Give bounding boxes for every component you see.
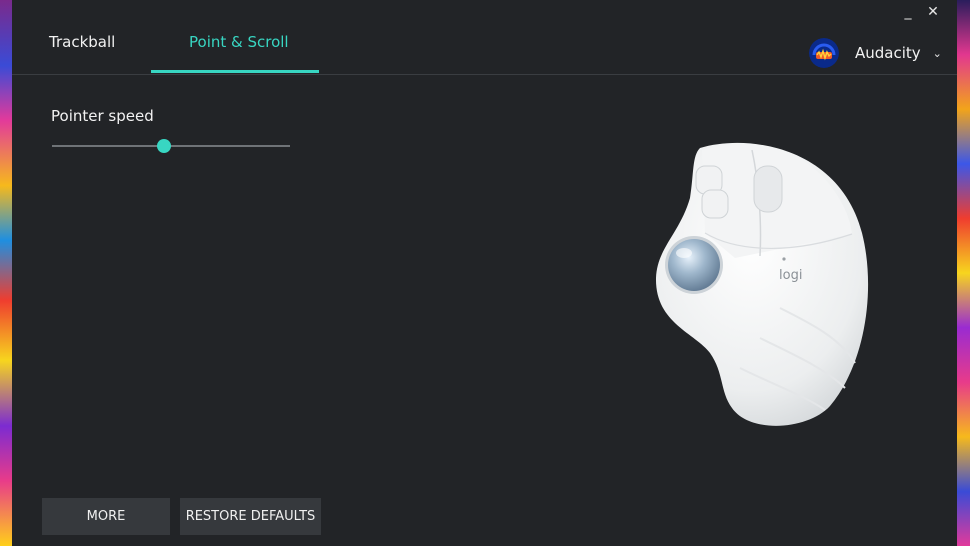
pointer-speed-slider[interactable] bbox=[52, 138, 290, 154]
tab-bar: Trackball Point & Scroll Audacity ⌄ bbox=[12, 0, 957, 75]
active-tab-indicator bbox=[151, 70, 319, 73]
audacity-icon bbox=[809, 38, 839, 68]
restore-defaults-button[interactable]: RESTORE DEFAULTS bbox=[180, 498, 321, 535]
more-button[interactable]: MORE bbox=[42, 498, 170, 535]
slider-thumb[interactable] bbox=[156, 139, 171, 153]
app-name: Audacity bbox=[855, 44, 921, 62]
logi-logo: logi bbox=[779, 268, 802, 283]
app-window: _ ✕ Trackball Point & Scroll Audacity ⌄ … bbox=[12, 0, 957, 546]
ergo-trackball-mouse-image: logi bbox=[640, 138, 870, 433]
app-selector[interactable]: Audacity ⌄ bbox=[809, 38, 942, 68]
desktop-wallpaper-right bbox=[957, 0, 970, 546]
slider-track bbox=[52, 145, 290, 147]
pointer-speed-label: Pointer speed bbox=[51, 107, 154, 125]
tab-trackball[interactable]: Trackball bbox=[49, 33, 115, 51]
chevron-down-icon: ⌄ bbox=[932, 46, 942, 60]
tab-point-and-scroll[interactable]: Point & Scroll bbox=[189, 33, 289, 51]
